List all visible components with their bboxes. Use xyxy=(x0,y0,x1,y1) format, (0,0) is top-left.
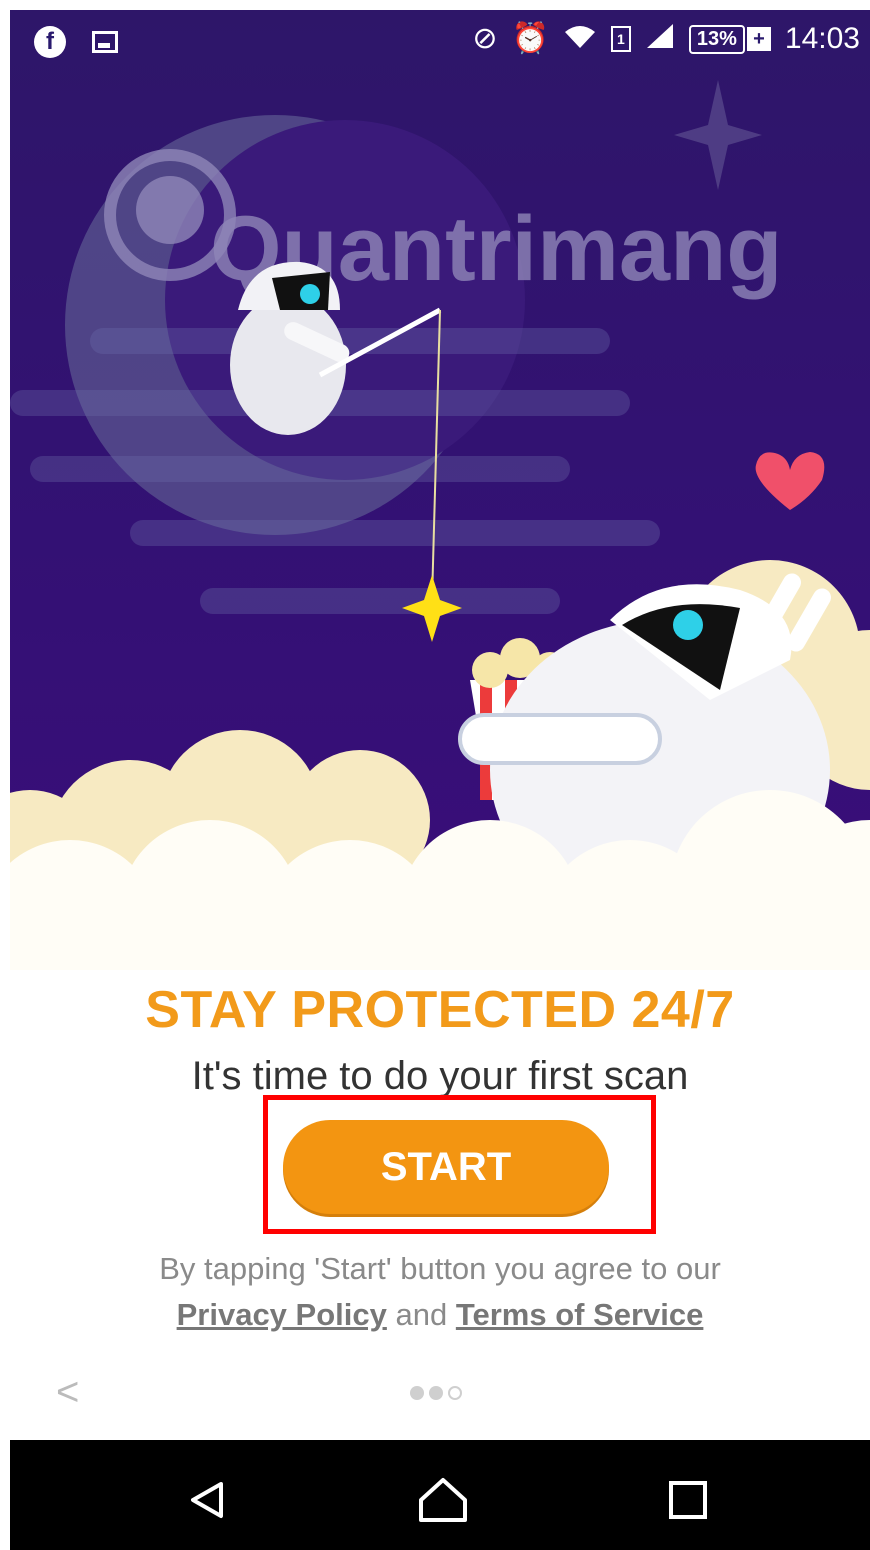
hero-illustration: Quantrimang xyxy=(10,10,870,970)
page-dot xyxy=(410,1386,424,1400)
onboarding-title: STAY PROTECTED 24/7 xyxy=(145,981,735,1039)
do-not-disturb-icon: ⊘ xyxy=(472,22,498,55)
battery-level: 13% xyxy=(688,24,745,54)
privacy-policy-link[interactable]: Privacy Policy xyxy=(177,1297,387,1332)
start-button[interactable]: START xyxy=(283,1120,609,1214)
charging-icon: + xyxy=(746,27,771,51)
app-screen: Quantrimang f ⊘ ⏰ 1 13% + 14:03 STAY PRO… xyxy=(10,10,870,1550)
status-time: 14:03 xyxy=(784,22,860,55)
sparkle-star xyxy=(674,80,762,190)
recents-icon xyxy=(669,1481,707,1519)
sim-icon: 1 xyxy=(610,26,631,52)
watermark-bulb-icon xyxy=(136,176,204,244)
signal-icon xyxy=(645,22,675,56)
back-button[interactable] xyxy=(147,1440,267,1550)
wifi-icon xyxy=(563,22,597,56)
terms-of-service-link[interactable]: Terms of Service xyxy=(456,1297,704,1332)
home-button[interactable] xyxy=(383,1440,503,1550)
page-dot xyxy=(448,1386,462,1400)
legal-and: and xyxy=(395,1297,448,1332)
alarm-icon: ⏰ xyxy=(511,22,549,55)
heart-icon xyxy=(755,452,825,510)
legal-prefix: By tapping 'Start' button you agree to o… xyxy=(159,1251,721,1286)
page-indicator xyxy=(410,1386,462,1400)
recents-button[interactable] xyxy=(628,1440,748,1550)
previous-page-chevron-icon[interactable]: < xyxy=(56,1370,79,1415)
status-bar: f ⊘ ⏰ 1 13% + 14:03 xyxy=(10,10,870,74)
page-dot xyxy=(429,1386,443,1400)
back-icon xyxy=(191,1482,223,1518)
home-icon xyxy=(419,1478,467,1522)
battery-icon: 13% + xyxy=(688,24,771,54)
facebook-icon: f xyxy=(34,26,66,58)
onboarding-subtitle: It's time to do your first scan xyxy=(191,1054,689,1098)
legal-notice: By tapping 'Start' button you agree to o… xyxy=(10,1246,870,1338)
hook-star xyxy=(402,575,462,642)
system-nav-bar xyxy=(10,1440,870,1550)
hero-artwork: Quantrimang xyxy=(10,80,870,970)
image-icon xyxy=(92,31,118,53)
